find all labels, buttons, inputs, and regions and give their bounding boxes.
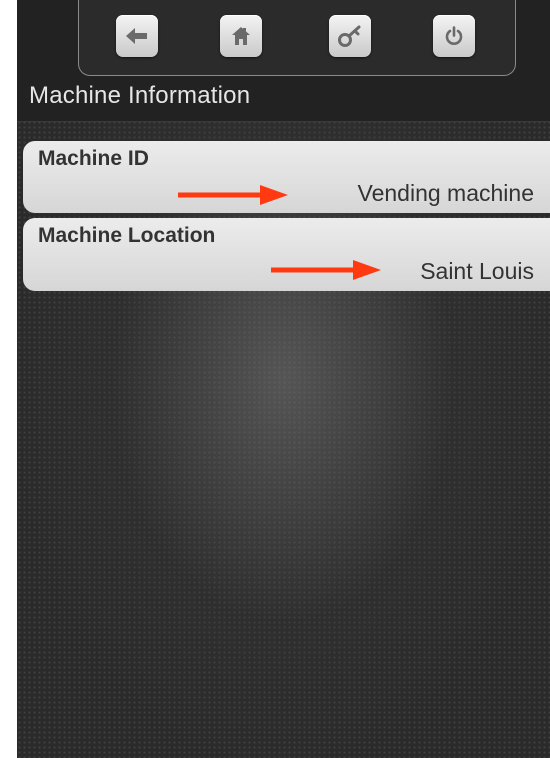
- machine-location-value: Saint Louis: [420, 258, 534, 284]
- arrow-left-icon: [126, 28, 147, 44]
- arrow-right-icon: [271, 260, 381, 280]
- machine-location-label: Machine Location: [38, 224, 216, 247]
- back-button[interactable]: [116, 15, 158, 57]
- power-button[interactable]: [433, 15, 475, 57]
- page-title: Machine Information: [29, 82, 251, 109]
- device-screen: Machine Information Machine ID Vending m…: [17, 0, 550, 758]
- home-button[interactable]: [220, 15, 262, 57]
- key-button[interactable]: [329, 15, 371, 57]
- home-icon: [232, 27, 250, 45]
- machine-id-card[interactable]: Machine ID Vending machine: [23, 141, 550, 213]
- toolbar: [78, 0, 516, 76]
- header-bar: Machine Information: [17, 0, 550, 122]
- machine-location-card[interactable]: Machine Location Saint Louis: [23, 218, 550, 291]
- machine-id-value: Vending machine: [357, 180, 534, 206]
- power-icon: [445, 26, 463, 45]
- arrow-right-icon: [178, 185, 288, 205]
- key-icon: [338, 25, 361, 47]
- machine-id-label: Machine ID: [38, 147, 149, 170]
